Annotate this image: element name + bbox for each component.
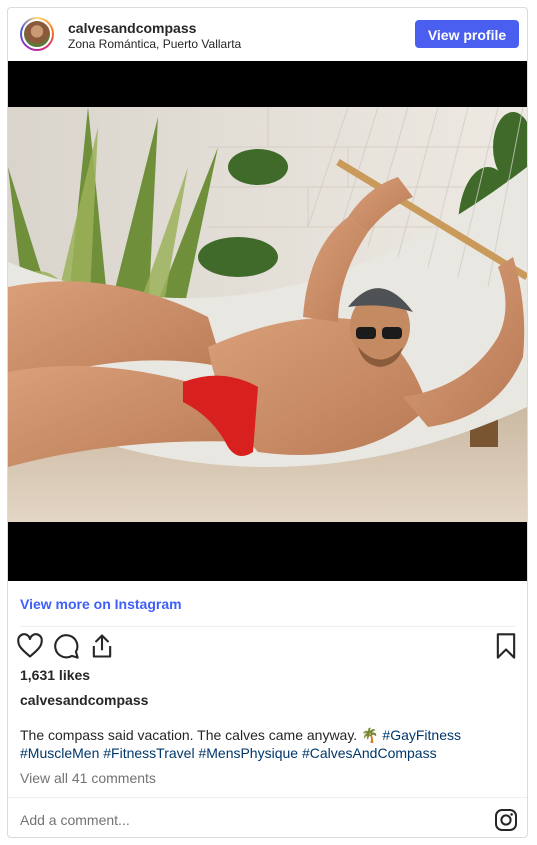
divider [20,626,515,627]
post-header: calvesandcompass Zona Romántica, Puerto … [8,8,527,61]
add-comment-input[interactable]: Add a comment... [20,812,130,828]
hashtag-link[interactable]: #FitnessTravel [103,745,194,761]
header-location[interactable]: Zona Romántica, Puerto Vallarta [68,37,241,51]
caption-text: The compass said vacation. The calves ca… [20,727,379,743]
bookmark-icon[interactable] [492,632,520,660]
instagram-embed-card: calvesandcompass Zona Romántica, Puerto … [7,7,528,838]
caption-username[interactable]: calvesandcompass [20,692,148,708]
hashtag-link[interactable]: #MensPhysique [198,745,298,761]
share-icon[interactable] [88,632,116,660]
post-media[interactable] [8,61,527,581]
caption: The compass said vacation. The calves ca… [20,726,515,762]
hashtag-link[interactable]: #CalvesAndCompass [302,745,437,761]
instagram-logo-icon[interactable] [494,808,518,832]
view-profile-button[interactable]: View profile [415,20,519,48]
action-bar [8,632,527,662]
view-more-on-instagram-link[interactable]: View more on Instagram [20,596,182,612]
hashtag-link[interactable]: #GayFitness [382,727,461,743]
divider [8,797,527,798]
comment-icon[interactable] [52,632,80,660]
likes-count[interactable]: 1,631 likes [20,667,90,683]
avatar-image [22,19,52,49]
avatar[interactable] [20,17,54,51]
view-all-comments-link[interactable]: View all 41 comments [20,770,156,786]
hashtag-link[interactable]: #MuscleMen [20,745,99,761]
header-username[interactable]: calvesandcompass [68,20,196,36]
heart-icon[interactable] [16,632,44,660]
post-photo [8,107,527,522]
